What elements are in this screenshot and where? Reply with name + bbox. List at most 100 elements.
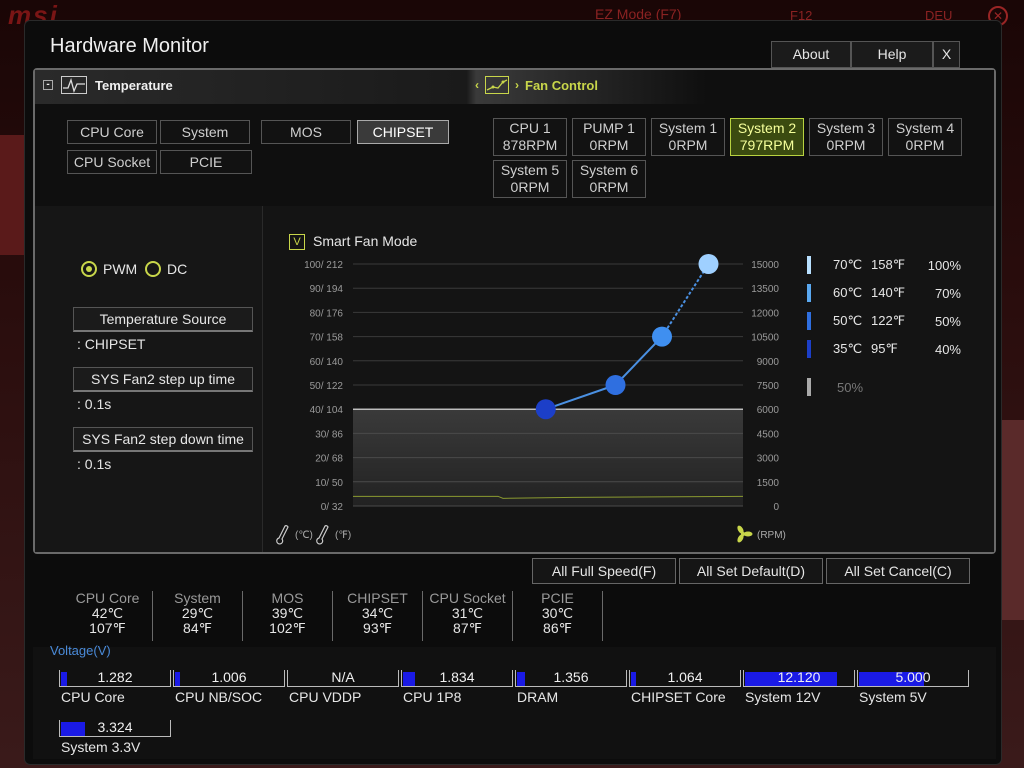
- voltage-title: Voltage(V): [50, 643, 111, 658]
- tab-fan-control[interactable]: ‹ › Fan Control: [475, 76, 598, 94]
- fan-system6-button[interactable]: System 6 0RPM: [572, 160, 646, 198]
- min-speed-bar: [807, 378, 811, 396]
- voltage-value: 1.064: [667, 669, 703, 685]
- fan-name: System 5: [500, 162, 560, 178]
- fan-system4-button[interactable]: System 4 0RPM: [888, 118, 962, 156]
- fan-name: System 4: [895, 120, 955, 136]
- legend-row: 60℃ 140℉ 70%: [807, 284, 961, 302]
- legend-f: 95℉: [871, 341, 898, 356]
- voltage-name: System 3.3V: [61, 739, 141, 755]
- min-speed-value: 50%: [837, 379, 864, 395]
- legend-c: 35℃: [833, 341, 863, 356]
- x-label-fahrenheit: (℉): [335, 530, 351, 541]
- rpm-tick-label: 3000: [757, 454, 780, 465]
- fan-rpm: 0RPM: [905, 137, 945, 153]
- step-up-time-button[interactable]: SYS Fan2 step up time: [73, 367, 253, 392]
- sensor-pcie-button[interactable]: PCIE: [160, 150, 252, 174]
- tab-fan-control-label: Fan Control: [525, 77, 598, 93]
- sensor-cpu-core-button[interactable]: CPU Core: [67, 120, 157, 144]
- smart-fan-checkbox[interactable]: V: [289, 234, 305, 250]
- y-tick-label: 30/ 86: [315, 429, 343, 440]
- y-tick-label: 70/ 158: [310, 333, 344, 344]
- tab-temperature[interactable]: - Temperature: [43, 76, 173, 94]
- fan-name: System 6: [579, 162, 639, 178]
- rpm-tick-label: 15000: [751, 260, 779, 271]
- legend-color-bar: [807, 312, 811, 330]
- y-tick-label: 10/ 50: [315, 478, 343, 489]
- fan-system3-button[interactable]: System 3 0RPM: [809, 118, 883, 156]
- fan-rpm: 878RPM: [502, 137, 558, 153]
- temperature-chart-icon: [61, 76, 87, 94]
- reading-fahrenheit: 87℉: [453, 620, 482, 636]
- fan-system1-button[interactable]: System 1 0RPM: [651, 118, 725, 156]
- tab-bar: - Temperature ‹ › Fan Control: [35, 70, 994, 104]
- hardware-monitor-window: Hardware Monitor About Help X - Temperat…: [24, 20, 1002, 765]
- step-down-time-button[interactable]: SYS Fan2 step down time: [73, 427, 253, 452]
- rpm-tick-label: 12000: [751, 308, 779, 319]
- temperature-source-button[interactable]: Temperature Source: [73, 307, 253, 332]
- fan-cpu1-button[interactable]: CPU 1 878RPM: [493, 118, 567, 156]
- reading-chipset: CHIPSET 34℃ 93℉: [333, 591, 423, 641]
- fan-curve-point[interactable]: [698, 254, 719, 274]
- voltage-name: System 5V: [859, 689, 927, 705]
- reading-name: CPU Core: [75, 590, 140, 606]
- sensor-system-button[interactable]: System: [160, 120, 250, 144]
- fan-curve-chart[interactable]: 100/ 212 1500090/ 194 1350080/ 176 1200070/…: [265, 254, 795, 552]
- chevron-right-icon: ›: [515, 78, 519, 92]
- fan-system2-button[interactable]: System 2 797RPM: [730, 118, 804, 156]
- fan-curve-point[interactable]: [652, 326, 672, 347]
- voltage-value: 3.324: [97, 719, 133, 735]
- radio-unselected-icon: [145, 261, 161, 277]
- rpm-tick-label: 6000: [757, 405, 780, 416]
- rpm-tick-label: 4500: [757, 429, 780, 440]
- fan-name: System 1: [658, 120, 718, 136]
- y-tick-label: 50/ 122: [310, 381, 344, 392]
- thermometer-icon: [276, 525, 289, 545]
- voltage-value: 12.120: [777, 669, 821, 685]
- fan-curve-point[interactable]: [535, 399, 556, 420]
- step-down-time-value: : 0.1s: [77, 456, 112, 472]
- pwm-radio[interactable]: PWM: [81, 261, 137, 277]
- voltage-name: DRAM: [517, 689, 559, 705]
- close-button[interactable]: X: [933, 41, 960, 68]
- reading-celsius: 31℃: [451, 605, 484, 621]
- reading-fahrenheit: 93℉: [363, 620, 392, 636]
- all-set-default-button[interactable]: All Set Default(D): [679, 558, 823, 584]
- reading-celsius: 29℃: [181, 605, 214, 621]
- min-fan-speed: 50%: [807, 378, 863, 396]
- voltage-name: CPU VDDP: [289, 689, 362, 705]
- sensor-mos-button[interactable]: MOS: [261, 120, 351, 144]
- background-strip: [0, 135, 24, 255]
- fan-pump1-button[interactable]: PUMP 1 0RPM: [572, 118, 646, 156]
- reading-name: CPU Socket: [429, 590, 506, 606]
- fan-system5-button[interactable]: System 5 0RPM: [493, 160, 567, 198]
- chevron-left-icon: ‹: [475, 78, 479, 92]
- legend-pct: 40%: [934, 341, 961, 357]
- legend-row: 70℃ 158℉ 100%: [807, 256, 961, 274]
- fan-rpm: 0RPM: [589, 137, 629, 153]
- reading-celsius: 34℃: [361, 605, 394, 621]
- rpm-tick-label: 9000: [757, 357, 780, 368]
- all-set-cancel-button[interactable]: All Set Cancel(C): [826, 558, 970, 584]
- legend-color-bar: [807, 284, 811, 302]
- reading-name: PCIE: [541, 590, 574, 606]
- thermometer-icon: [316, 525, 329, 545]
- dc-radio[interactable]: DC: [145, 261, 187, 277]
- legend-c: 50℃: [833, 313, 863, 328]
- about-button[interactable]: About: [771, 41, 851, 68]
- reading-fahrenheit: 107℉: [89, 620, 126, 636]
- voltage-name: CPU 1P8: [403, 689, 462, 705]
- rpm-tick-label: 7500: [757, 381, 780, 392]
- help-button[interactable]: Help: [851, 41, 933, 68]
- voltage-value: 5.000: [895, 669, 931, 685]
- fan-curve-point[interactable]: [605, 375, 626, 395]
- all-full-speed-button[interactable]: All Full Speed(F): [532, 558, 676, 584]
- voltage-name: CHIPSET Core: [631, 689, 726, 705]
- voltage-value: 1.834: [439, 669, 475, 685]
- reading-name: MOS: [271, 590, 304, 606]
- reading-cpu-core: CPU Core 42℃ 107℉: [63, 591, 153, 641]
- sensor-cpu-socket-button[interactable]: CPU Socket: [67, 150, 157, 174]
- fan-chart-icon: [485, 76, 509, 94]
- temperature-source-value: : CHIPSET: [77, 336, 146, 352]
- sensor-chipset-button[interactable]: CHIPSET: [357, 120, 449, 144]
